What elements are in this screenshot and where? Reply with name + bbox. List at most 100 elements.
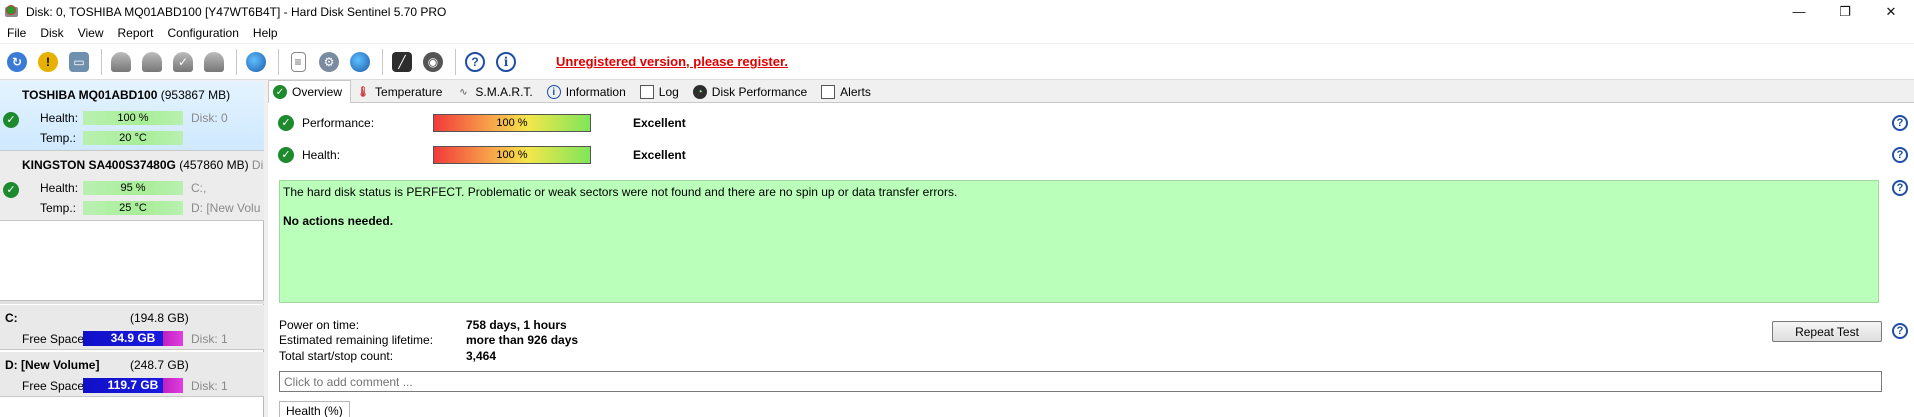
disk-test-button[interactable] bbox=[138, 48, 166, 76]
free-space-bar: 119.7 GB bbox=[83, 378, 183, 393]
tab-temperature[interactable]: 🌡 Temperature bbox=[351, 81, 451, 102]
network-button[interactable] bbox=[346, 48, 374, 76]
disk-info-button[interactable]: ▭ bbox=[65, 48, 93, 76]
tab-smart[interactable]: ∿ S.M.A.R.T. bbox=[451, 81, 541, 102]
disk-volume-c: C:, bbox=[191, 181, 207, 195]
free-space-bar: 34.9 GB bbox=[83, 331, 183, 346]
disk-title: TOSHIBA MQ01ABD100 (953867 MB) bbox=[22, 88, 230, 102]
lifetime-label: Estimated remaining lifetime: bbox=[279, 333, 434, 347]
test-ok-icon: ✓ bbox=[173, 51, 193, 72]
help-icon[interactable]: ? bbox=[1892, 147, 1908, 163]
status-text: The hard disk status is PERFECT. Problem… bbox=[283, 185, 958, 199]
performance-rating: Excellent bbox=[633, 116, 686, 130]
performance-button[interactable]: ╱ bbox=[388, 48, 416, 76]
volume-item-c[interactable]: C: (194.8 GB) Free Space 34.9 GB Disk: 1 bbox=[0, 305, 264, 350]
close-button[interactable]: ✕ bbox=[1868, 0, 1914, 23]
menu-report[interactable]: Report bbox=[110, 26, 160, 40]
performance-chart-icon: ╱ bbox=[392, 51, 412, 72]
menu-configuration[interactable]: Configuration bbox=[161, 26, 246, 40]
smart-icon: ∿ bbox=[459, 86, 468, 98]
disk-list-panel: TOSHIBA MQ01ABD100 (953867 MB) ✓ Health:… bbox=[0, 81, 264, 417]
volume-name: D: [New Volume] bbox=[5, 358, 100, 372]
volume-name: C: bbox=[5, 311, 18, 325]
disk-item-toshiba[interactable]: TOSHIBA MQ01ABD100 (953867 MB) ✓ Health:… bbox=[0, 81, 264, 151]
disk-size: (457860 MB) bbox=[179, 158, 249, 172]
sound-button[interactable]: ◉ bbox=[419, 48, 447, 76]
volume-size: (248.7 GB) bbox=[130, 358, 189, 372]
tab-overview[interactable]: ✓ Overview bbox=[268, 80, 352, 103]
startstop-value: 3,464 bbox=[466, 349, 497, 363]
tab-label: Disk Performance bbox=[711, 85, 808, 99]
app-logo-icon bbox=[4, 4, 20, 20]
info-icon: i bbox=[496, 51, 516, 72]
volume-size: (194.8 GB) bbox=[130, 311, 189, 325]
disk-info-icon: ▭ bbox=[69, 51, 89, 72]
refresh-button[interactable]: ↻ bbox=[3, 48, 31, 76]
help-icon[interactable]: ? bbox=[1892, 115, 1908, 131]
thermometer-icon: 🌡 bbox=[356, 86, 370, 98]
menu-help[interactable]: Help bbox=[246, 26, 285, 40]
toolbar-separator bbox=[101, 48, 102, 75]
tab-bar: ✓ Overview 🌡 Temperature ∿ S.M.A.R.T. i Info… bbox=[268, 80, 1914, 103]
repeat-test-button[interactable]: Repeat Test bbox=[1772, 321, 1882, 342]
status-ok-icon: ✓ bbox=[278, 115, 294, 131]
refresh-icon: ↻ bbox=[7, 51, 27, 72]
help-button[interactable]: ? bbox=[461, 48, 489, 76]
performance-row: ✓ Performance: 100 % Excellent bbox=[278, 114, 978, 134]
menu-disk[interactable]: Disk bbox=[33, 26, 70, 40]
maximize-button[interactable]: ❐ bbox=[1822, 0, 1868, 23]
status-ok-icon: ✓ bbox=[278, 147, 294, 163]
gauge-icon: ◔ bbox=[692, 85, 707, 99]
alerts-button[interactable]: ! bbox=[34, 48, 62, 76]
tab-alerts[interactable]: Alerts bbox=[816, 81, 880, 102]
title-bar: Disk: 0, TOSHIBA MQ01ABD100 [Y47WT6B4T] … bbox=[0, 0, 1914, 23]
performance-bar: 100 % bbox=[433, 114, 591, 132]
register-link[interactable]: Unregistered version, please register. bbox=[556, 54, 788, 69]
status-ok-icon: ✓ bbox=[3, 112, 19, 128]
network-icon bbox=[350, 51, 370, 72]
menu-file[interactable]: File bbox=[0, 26, 33, 40]
about-button[interactable]: i bbox=[492, 48, 520, 76]
check-icon: ✓ bbox=[273, 85, 287, 99]
help-icon: ? bbox=[465, 51, 485, 72]
temp-bar: 25 °C bbox=[83, 201, 183, 215]
tab-health-chart[interactable]: Health (%) bbox=[279, 401, 350, 417]
window-controls: — ❐ ✕ bbox=[1776, 0, 1914, 23]
sound-icon: ◉ bbox=[423, 51, 443, 72]
health-bar: 95 % bbox=[83, 181, 183, 195]
alert-icon: ! bbox=[38, 51, 58, 72]
disk-item-kingston[interactable]: KINGSTON SA400S37480G (457860 MB) Di ✓ H… bbox=[0, 151, 264, 221]
menu-bar: File Disk View Report Configuration Help bbox=[0, 23, 1914, 43]
help-icon[interactable]: ? bbox=[1892, 180, 1908, 196]
disk-model: TOSHIBA MQ01ABD100 bbox=[22, 88, 158, 102]
comment-input[interactable] bbox=[279, 371, 1882, 392]
report-button[interactable]: ≡ bbox=[284, 48, 312, 76]
disk-volume-d: D: [New Volu bbox=[191, 201, 261, 215]
tab-information[interactable]: i Information bbox=[542, 81, 635, 102]
menu-view[interactable]: View bbox=[71, 26, 111, 40]
health-row: ✓ Health: 100 % Excellent bbox=[278, 146, 978, 166]
settings-button[interactable]: ⚙ bbox=[315, 48, 343, 76]
web-button[interactable] bbox=[242, 48, 270, 76]
extended-test-button[interactable] bbox=[200, 48, 228, 76]
panel-splitter[interactable] bbox=[0, 300, 264, 304]
tab-label: Information bbox=[565, 85, 626, 99]
tab-disk-performance[interactable]: ◔ Disk Performance bbox=[688, 81, 816, 102]
log-icon bbox=[639, 85, 654, 99]
surface-test-button[interactable] bbox=[107, 48, 135, 76]
disk-size: (953867 MB) bbox=[160, 88, 231, 102]
status-description: The hard disk status is PERFECT. Problem… bbox=[279, 180, 1879, 303]
power-on-value: 758 days, 1 hours bbox=[466, 318, 567, 332]
minimize-button[interactable]: — bbox=[1776, 0, 1822, 23]
test-ext-icon bbox=[204, 51, 224, 72]
test-ok-button[interactable]: ✓ bbox=[169, 48, 197, 76]
tab-log[interactable]: Log bbox=[635, 81, 688, 102]
disk-index: Disk: 0 bbox=[191, 111, 228, 125]
report-icon: ≡ bbox=[290, 51, 306, 72]
tab-label: Temperature bbox=[375, 85, 443, 99]
power-on-label: Power on time: bbox=[279, 318, 360, 332]
help-icon[interactable]: ? bbox=[1892, 323, 1908, 339]
status-ok-icon: ✓ bbox=[3, 182, 19, 198]
volume-item-d[interactable]: D: [New Volume] (248.7 GB) Free Space 11… bbox=[0, 352, 264, 397]
tab-label: S.M.A.R.T. bbox=[475, 85, 533, 99]
